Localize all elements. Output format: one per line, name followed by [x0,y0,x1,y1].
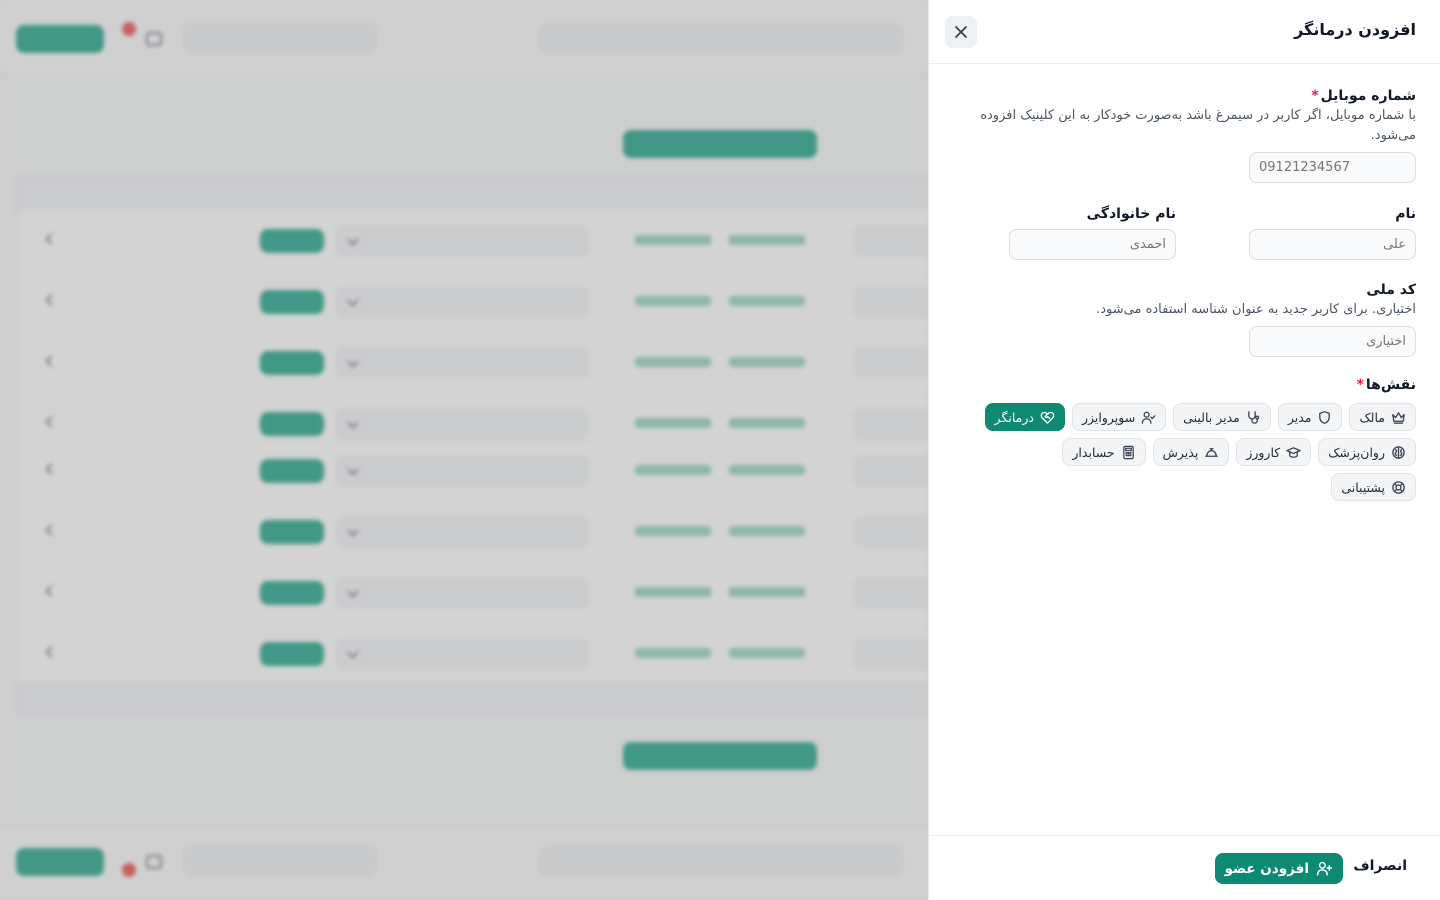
close-icon [955,26,967,38]
required-mark: * [1356,377,1364,393]
role-chip-therapist[interactable]: درمانگر [984,403,1065,431]
life-buoy-icon [1392,480,1405,494]
roles-field-group: نقش‌ها* مالک مدیر مدیر بالینی سوپروایزر [976,375,1416,501]
drawer-header: افزودن درمانگر [929,0,1440,64]
role-chip-reception[interactable]: پذیرش [1152,438,1230,466]
role-chip-clinical-manager[interactable]: مدیر بالینی [1173,403,1271,431]
role-chip-manager[interactable]: مدیر [1277,403,1343,431]
drawer-title: افزودن درمانگر [1294,20,1416,39]
user-check-icon [1141,411,1156,424]
graduation-cap-icon [1286,446,1301,458]
roles-list: مالک مدیر مدیر بالینی سوپروایزر درمانگر [976,403,1416,501]
bell-desk-icon [1205,447,1219,457]
crown-icon [1392,411,1405,424]
roles-label: نقش‌ها* [1356,377,1416,393]
mobile-input[interactable] [1249,152,1416,183]
cancel-button[interactable]: انصراف [1353,858,1407,874]
heart-handshake-icon [1040,411,1055,424]
stethoscope-icon [1248,410,1260,424]
required-mark: * [1311,88,1319,104]
add-therapist-drawer: افزودن درمانگر شماره موبایل* با شماره مو… [928,0,1440,900]
shield-icon [1319,410,1331,424]
add-member-button[interactable]: افزودن عضو [1214,853,1343,884]
last-name-input[interactable] [1009,229,1176,260]
last-name-label: نام خانوادگی [1086,206,1176,222]
role-chip-psychiatrist[interactable]: روان‌پزشک [1318,438,1416,466]
name-fields-row: نام نام خانوادگی [1009,204,1416,260]
user-plus-icon [1316,861,1333,876]
mobile-field-group: شماره موبایل* با شماره موبایل، اگر کاربر… [976,86,1416,183]
role-chip-support[interactable]: پشتیبانی [1331,473,1416,501]
add-member-label: افزودن عضو [1224,860,1309,877]
first-name-label: نام [1395,206,1416,222]
national-id-hint: اختیاری. برای کاربر جدید به عنوان شناسه … [1096,302,1416,317]
role-chip-owner[interactable]: مالک [1349,403,1416,431]
role-chip-accountant[interactable]: حسابدار [1062,438,1146,466]
mobile-label: شماره موبایل* [1311,88,1416,104]
role-chip-intern[interactable]: کارورز [1236,438,1312,466]
role-chip-supervisor[interactable]: سوپروایزر [1071,403,1167,431]
first-name-input[interactable] [1249,229,1416,260]
modal-overlay[interactable] [0,0,928,900]
last-name-field-group: نام خانوادگی [1009,204,1176,260]
national-id-input[interactable] [1249,326,1416,357]
mobile-hint: با شماره موبایل، اگر کاربر در سیمرغ باشد… [980,108,1416,143]
brain-icon [1392,445,1405,459]
close-button[interactable] [945,16,977,48]
calculator-icon [1122,445,1134,459]
national-id-label: کد ملی [1366,282,1416,298]
national-id-field-group: کد ملی اختیاری. برای کاربر جدید به عنوان… [976,280,1416,357]
drawer-footer: انصراف افزودن عضو [929,835,1440,900]
first-name-field-group: نام [1249,204,1416,260]
